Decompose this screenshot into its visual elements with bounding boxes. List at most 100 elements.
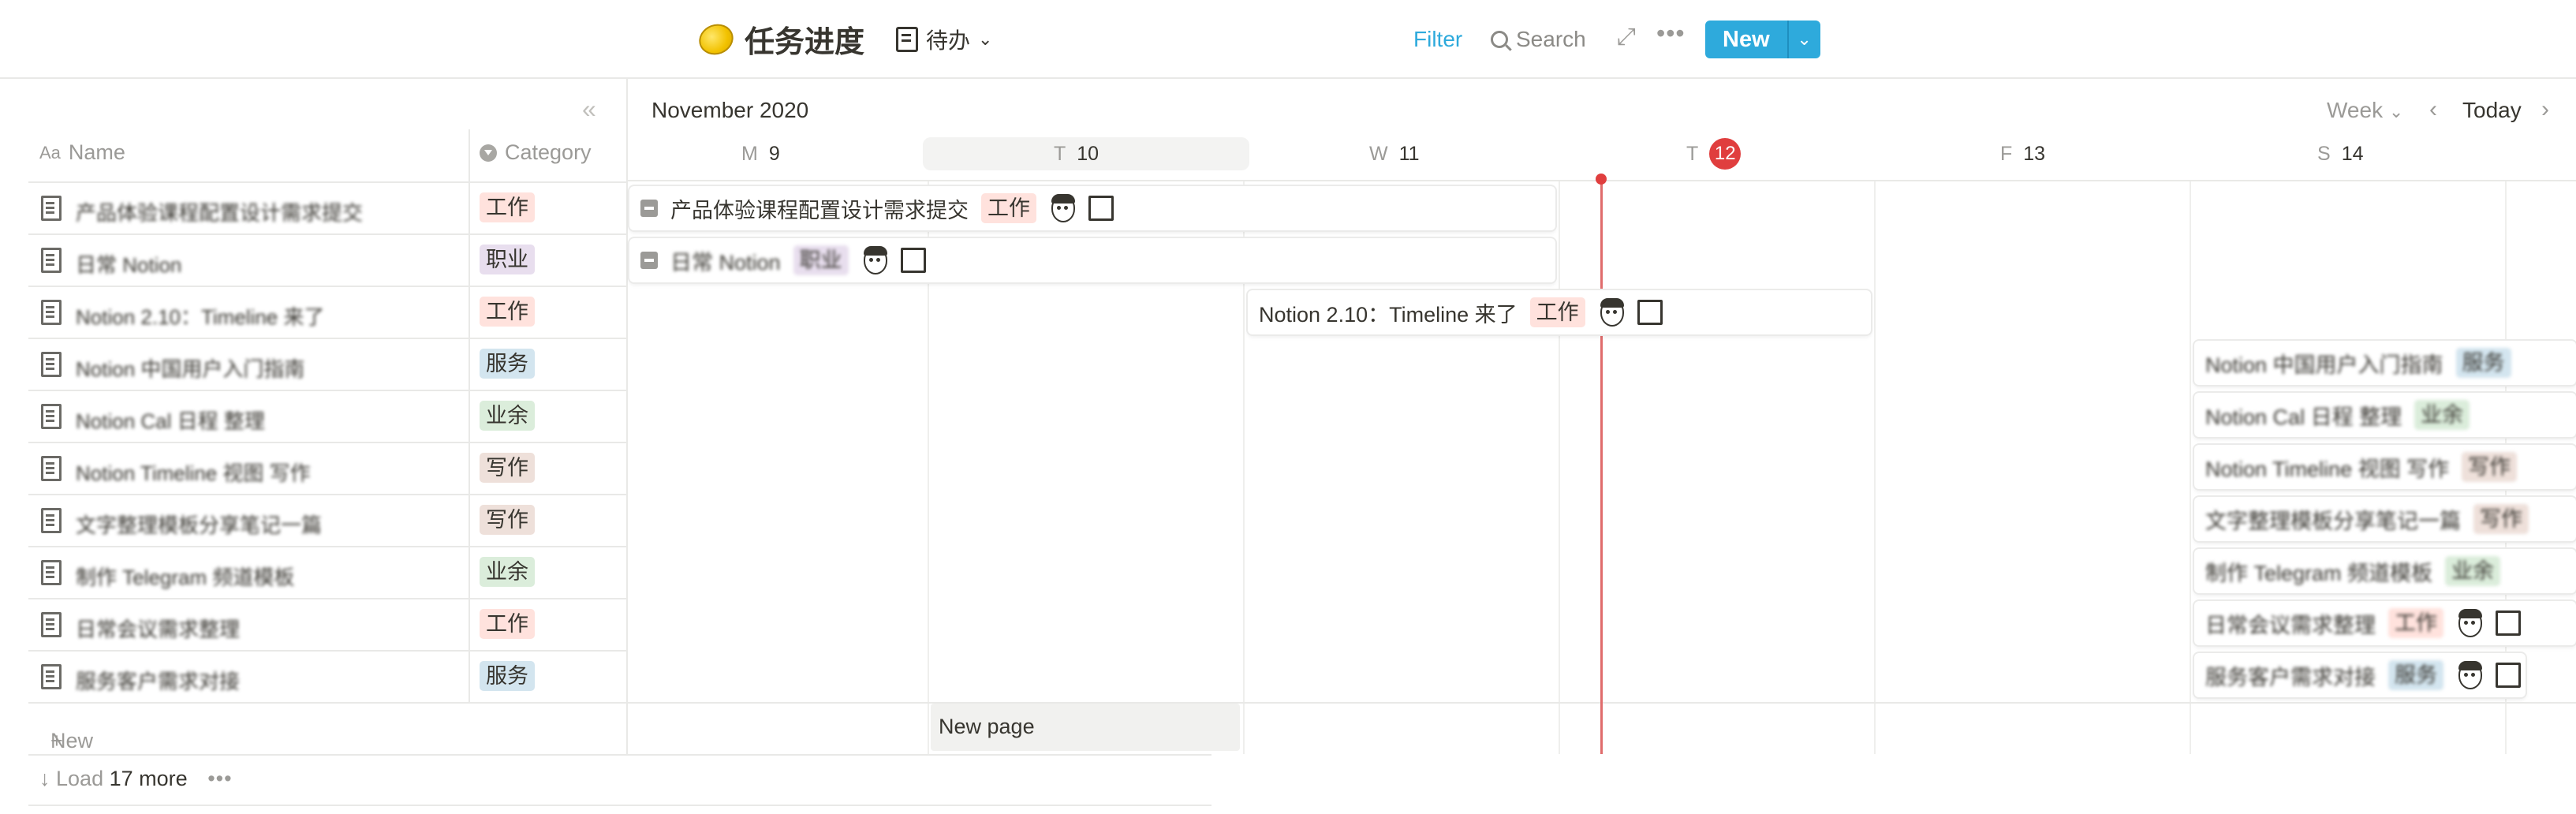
day-gridline	[1559, 181, 1560, 754]
column-header-category[interactable]: Category	[480, 140, 592, 165]
category-tag: 业余	[480, 557, 535, 587]
page-icon	[41, 352, 62, 377]
timeline-bar[interactable]: Notion Timeline 视图 写作 写作	[2194, 445, 2576, 489]
bar-title: 服务客户需求对接	[2205, 665, 2376, 689]
timeline-bar[interactable]: Notion 中国用户入门指南 服务	[2194, 341, 2576, 385]
bar-title: Notion Timeline 视图 写作	[2205, 457, 2450, 481]
category-tag: 职业	[793, 245, 849, 275]
page-icon	[41, 300, 62, 325]
day-number: 11	[1398, 142, 1420, 165]
checkbox[interactable]	[900, 248, 926, 273]
day-number: 10	[1077, 142, 1099, 165]
collapse-table-icon[interactable]: «	[582, 95, 596, 124]
search-label: Search	[1516, 27, 1586, 51]
day-gridline	[2190, 181, 2191, 754]
category-tag: 工作	[2388, 608, 2443, 638]
row-name: 服务客户需求对接	[76, 670, 241, 693]
chevron-left-icon[interactable]: ‹	[2429, 96, 2437, 123]
day-number: 9	[768, 142, 780, 165]
row-name: 制作 Telegram 频道模板	[76, 566, 295, 589]
column-name-label: Name	[68, 140, 125, 164]
page-icon	[41, 664, 62, 689]
column-category-label: Category	[505, 140, 592, 164]
table-row[interactable]: 日常 Notion 职业	[28, 233, 626, 286]
timeline-bar[interactable]: 制作 Telegram 频道模板 业余	[2194, 549, 2576, 593]
timeline-bar[interactable]: 日常 Notion 职业	[629, 238, 1555, 282]
column-header-name[interactable]: Aa Name	[39, 140, 125, 165]
day-header: W 11	[1369, 137, 1420, 170]
row-name: 产品体验课程配置设计需求提交	[76, 201, 364, 225]
day-of-week: M	[741, 142, 758, 165]
category-tag: 工作	[480, 609, 535, 639]
today-button[interactable]: Today	[2462, 98, 2522, 123]
table-row[interactable]: 服务客户需求对接 服务	[28, 650, 626, 702]
row-name: 日常 Notion	[76, 253, 182, 277]
avatar-icon	[1598, 298, 1625, 327]
page-icon	[640, 200, 658, 217]
new-page-button[interactable]: New page	[931, 704, 1240, 751]
select-property-icon	[480, 144, 497, 162]
checkbox[interactable]	[2496, 610, 2521, 636]
page-icon	[41, 456, 62, 481]
table-row[interactable]: 日常会议需求整理 工作	[28, 598, 626, 650]
checkbox[interactable]	[2496, 663, 2521, 688]
new-button[interactable]: New	[1705, 21, 1787, 58]
table-row[interactable]: 产品体验课程配置设计需求提交 工作	[28, 181, 626, 233]
row-name: Notion Timeline 视图 写作	[76, 461, 311, 485]
chevron-right-icon[interactable]: ›	[2541, 96, 2549, 123]
timeline-bar[interactable]: 产品体验课程配置设计需求提交 工作	[629, 186, 1555, 230]
timeline-bar[interactable]: 文字整理模板分享笔记一篇 写作	[2194, 497, 2576, 541]
category-tag: 服务	[2455, 348, 2511, 378]
category-tag: 工作	[1529, 297, 1585, 327]
day-number: 14	[2341, 142, 2364, 165]
new-page-label: New page	[939, 715, 1035, 738]
bar-title: 产品体验课程配置设计需求提交	[670, 198, 969, 222]
avatar-icon	[2456, 661, 2483, 689]
filter-button[interactable]: Filter	[1413, 27, 1462, 52]
timeline-bar[interactable]: 服务客户需求对接 服务	[2194, 653, 2526, 697]
category-tag: 服务	[480, 661, 535, 691]
category-tag: 写作	[480, 505, 535, 535]
category-tag: 服务	[2388, 660, 2443, 690]
day-header-selected: T 10	[923, 137, 1249, 170]
search-button[interactable]: Search	[1491, 27, 1586, 52]
page-icon	[41, 612, 62, 637]
more-options-icon[interactable]: •••	[1656, 19, 1686, 48]
add-row-button[interactable]: + New	[28, 702, 626, 754]
day-header: S 14	[2317, 137, 2364, 170]
new-dropdown-chevron-icon[interactable]: ⌄	[1786, 21, 1820, 58]
today-marker-dot	[1596, 174, 1607, 185]
bar-title: Notion 中国用户入门指南	[2205, 353, 2443, 377]
bar-title: Notion Cal 日程 整理	[2205, 405, 2402, 429]
zoom-selector[interactable]: Week ⌄	[2327, 98, 2403, 123]
view-label: 待办	[926, 28, 971, 53]
table-row[interactable]: Notion Timeline 视图 写作 写作	[28, 442, 626, 494]
table-row[interactable]: 制作 Telegram 频道模板 业余	[28, 546, 626, 598]
top-bar	[0, 0, 2576, 79]
bar-title: 制作 Telegram 频道模板	[2205, 561, 2433, 585]
category-tag: 业余	[2445, 556, 2501, 586]
avatar-icon	[861, 246, 888, 274]
view-selector[interactable]: 待办 ⌄	[896, 24, 992, 55]
search-icon	[1491, 31, 1508, 48]
timeline-bar[interactable]: 日常会议需求整理 工作	[2194, 601, 2576, 645]
chevron-down-icon: ⌄	[2388, 102, 2404, 121]
table-row[interactable]: Notion 2.10：Timeline 来了 工作	[28, 286, 626, 338]
checkbox[interactable]	[1637, 300, 1663, 325]
category-tag: 职业	[480, 245, 535, 274]
page-icon	[41, 508, 62, 533]
category-tag: 写作	[2462, 452, 2518, 482]
load-more-options-icon[interactable]: •••	[207, 767, 232, 790]
load-count: 17 more	[109, 767, 188, 790]
timeline-bar[interactable]: Notion 2.10：Timeline 来了 工作	[1248, 290, 1871, 334]
add-row-label: New	[50, 729, 94, 752]
load-more-button[interactable]: Load 17 more	[56, 767, 188, 790]
table-row[interactable]: 文字整理模板分享笔记一篇 写作	[28, 494, 626, 546]
timeline-bar[interactable]: Notion Cal 日程 整理 业余	[2194, 393, 2576, 437]
table-row[interactable]: Notion 中国用户入门指南 服务	[28, 338, 626, 390]
table-row[interactable]: Notion Cal 日程 整理 业余	[28, 390, 626, 442]
checkbox[interactable]	[1088, 196, 1114, 221]
expand-icon[interactable]: ⤢	[1617, 24, 1636, 50]
timeline-month: November 2020	[651, 98, 809, 122]
bar-title: Notion 2.10：Timeline 来了	[1259, 302, 1518, 327]
